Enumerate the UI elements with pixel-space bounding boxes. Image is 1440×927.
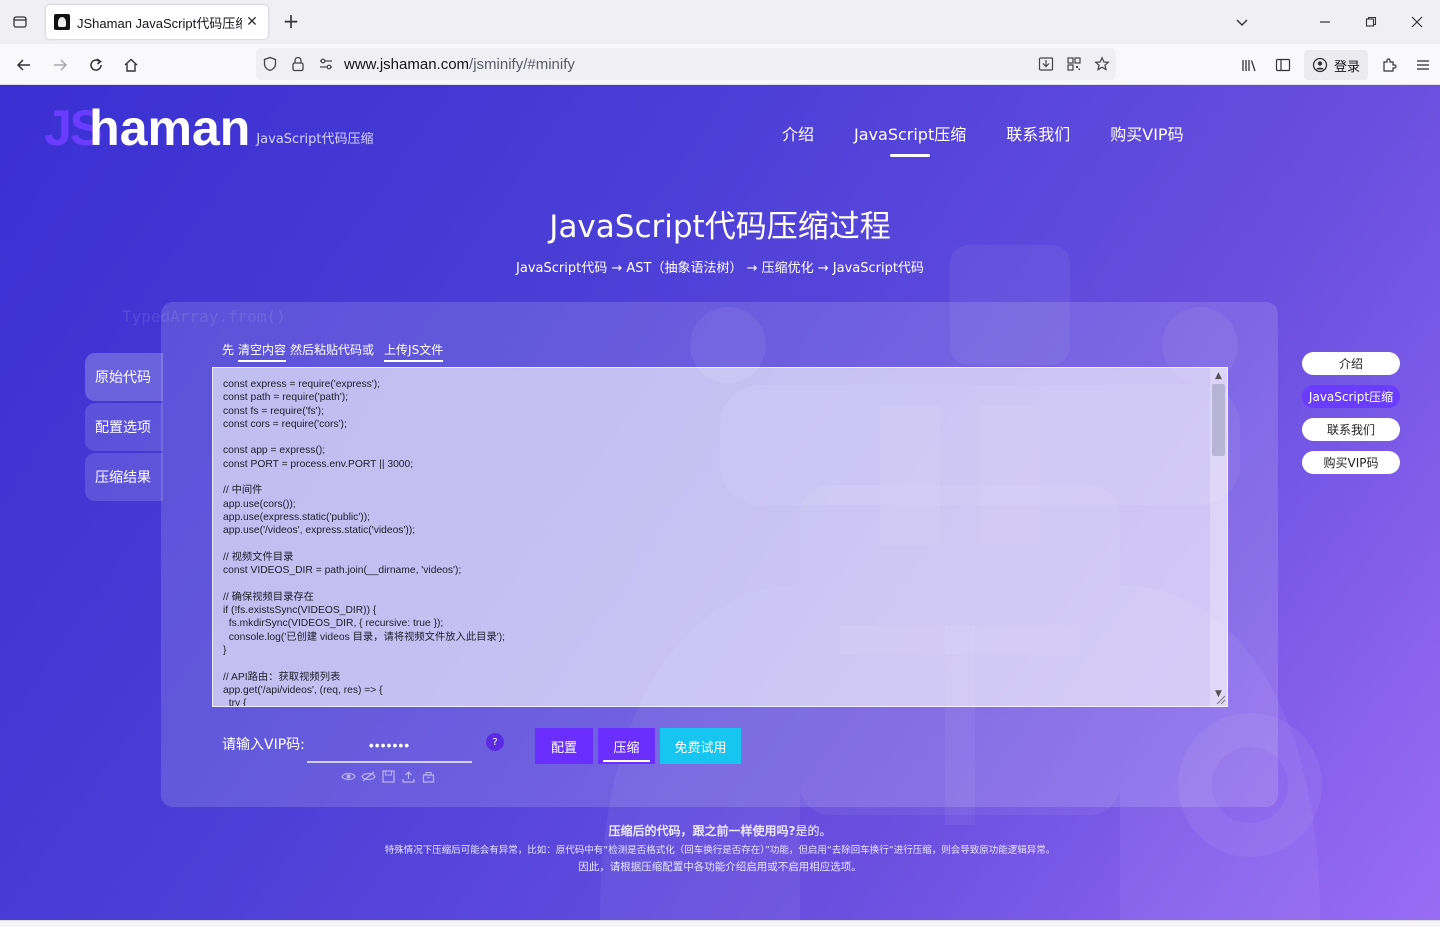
hero-subtitle: JavaScript代码 → AST（抽象语法树） → 压缩优化 → JavaS… [516,261,924,276]
right-nav: 介绍 JavaScript压缩 联系我们 购买VIP码 [1302,352,1400,484]
browser-tab-active[interactable]: JShaman JavaScript代码压缩 ✕ [46,5,268,39]
app-menu-icon[interactable] [1406,50,1440,80]
sidebar-toggle-icon[interactable] [1266,50,1300,80]
close-window-icon[interactable] [1403,8,1431,36]
forward-arrow-icon[interactable] [45,50,75,80]
source-code-text[interactable]: const express = require('express'); cons… [213,368,1227,706]
library-icon[interactable] [1232,50,1266,80]
page-content: JS haman JavaScript代码压缩 介绍 JavaScript压缩 … [0,85,1440,920]
qr-code-icon[interactable] [1060,48,1088,80]
faq-note-line2: 因此，请根据压缩配置中各功能介绍启用或不启用相应选项。 [578,861,862,873]
code-scrollbar[interactable]: ▲ ▼ [1210,368,1227,706]
compress-button[interactable]: 压缩 [598,728,655,764]
account-icon [1312,57,1328,73]
tab-close-icon[interactable]: ✕ [244,14,260,30]
account-login-button[interactable]: 登录 [1303,50,1368,80]
browser-navbar: www.jshaman.com/jsminify/#minify 登录 [0,44,1440,85]
paste-hint: 先 清空内容 然后粘贴代码或 上传JS文件 [222,341,444,362]
scroll-thumb[interactable] [1212,384,1225,456]
tab-overflow-chevron-icon[interactable] [1228,8,1256,36]
hide-password-eye-icon[interactable] [361,769,376,783]
nav-contact[interactable]: 联系我们 [1006,121,1070,157]
show-password-eye-icon[interactable] [341,769,356,783]
permissions-icon[interactable] [312,48,340,80]
resize-handle-icon[interactable] [1214,693,1226,705]
clear-content-link[interactable]: 清空内容 [238,341,287,362]
vip-code-input[interactable] [307,729,472,763]
faq-answer-text: 是的。 [795,824,832,838]
browser-toolbar-right: 登录 [1232,50,1440,80]
browser-tabbar: JShaman JavaScript代码压缩 ✕ + [0,0,1440,44]
nav-js-minify[interactable]: JavaScript压缩 [854,121,966,157]
tab-minify-result[interactable]: 压缩结果 [85,453,163,501]
config-button[interactable]: 配置 [535,728,593,764]
lock-icon[interactable] [284,48,312,80]
side-tabs: 原始代码 配置选项 压缩结果 [85,353,163,503]
rightnav-contact[interactable]: 联系我们 [1302,418,1400,441]
rightnav-buy-vip[interactable]: 购买VIP码 [1302,451,1400,474]
faq-question: 压缩后的代码，跟之前一样使用吗?是的。 [0,822,1440,839]
vip-code-label: 请输入VIP码: [222,737,305,753]
source-code-editor[interactable]: const express = require('express'); cons… [212,367,1228,707]
logo-name: haman [89,100,251,156]
tab-config-options[interactable]: 配置选项 [85,403,163,451]
home-icon[interactable] [116,50,146,80]
vip-help-icon[interactable]: ? [486,733,504,751]
url-host: www.jshaman.com [344,55,470,73]
vip-tools [341,769,436,783]
faq-question-text: 压缩后的代码，跟之前一样使用吗? [608,824,796,838]
free-trial-button[interactable]: 免费试用 [660,728,741,764]
site-logo[interactable]: JS haman JavaScript代码压缩 [44,99,374,157]
bottom-strip [0,920,1440,927]
login-label: 登录 [1333,59,1360,75]
hint-middle: 然后粘贴代码或 [290,343,375,357]
jshaman-favicon-icon [54,14,70,30]
faq-note-line1: 特殊情况下压缩后可能会有异常，比如：原代码中有“检测是否格式化（回车换行是否存在… [384,845,1056,856]
extensions-icon[interactable] [1372,50,1406,80]
hint-prefix: 先 [222,343,235,357]
download-page-icon[interactable] [1032,48,1060,80]
upload-js-file-link[interactable]: 上传JS文件 [384,341,444,362]
nav-intro[interactable]: 介绍 [782,121,814,157]
rightnav-intro[interactable]: 介绍 [1302,352,1400,375]
clear-icon[interactable] [421,769,436,783]
logo-subtitle: JavaScript代码压缩 [256,132,374,147]
rightnav-js-minify[interactable]: JavaScript压缩 [1302,385,1400,408]
back-arrow-icon[interactable] [9,50,39,80]
upload-icon[interactable] [401,769,416,783]
new-tab-icon[interactable]: + [280,10,302,34]
bookmark-star-icon[interactable] [1088,48,1116,80]
main-nav: 介绍 JavaScript压缩 联系我们 购买VIP码 [782,121,1184,157]
scroll-up-icon[interactable]: ▲ [1210,368,1227,384]
tab-list-icon[interactable] [8,10,32,34]
hero-title: JavaScript代码压缩过程 [549,209,891,245]
nav-buy-vip[interactable]: 购买VIP码 [1110,121,1183,157]
url-path: /jsminify/#minify [469,55,575,73]
save-icon[interactable] [381,769,396,783]
address-bar[interactable]: www.jshaman.com/jsminify/#minify [256,48,1116,80]
minimize-icon[interactable] [1311,8,1339,36]
reload-icon[interactable] [81,50,111,80]
tab-source-code[interactable]: 原始代码 [85,353,163,401]
restore-icon[interactable] [1357,8,1385,36]
tracking-shield-icon[interactable] [256,48,284,80]
tab-title: JShaman JavaScript代码压缩 [77,15,242,31]
url-text[interactable]: www.jshaman.com/jsminify/#minify [344,56,575,73]
